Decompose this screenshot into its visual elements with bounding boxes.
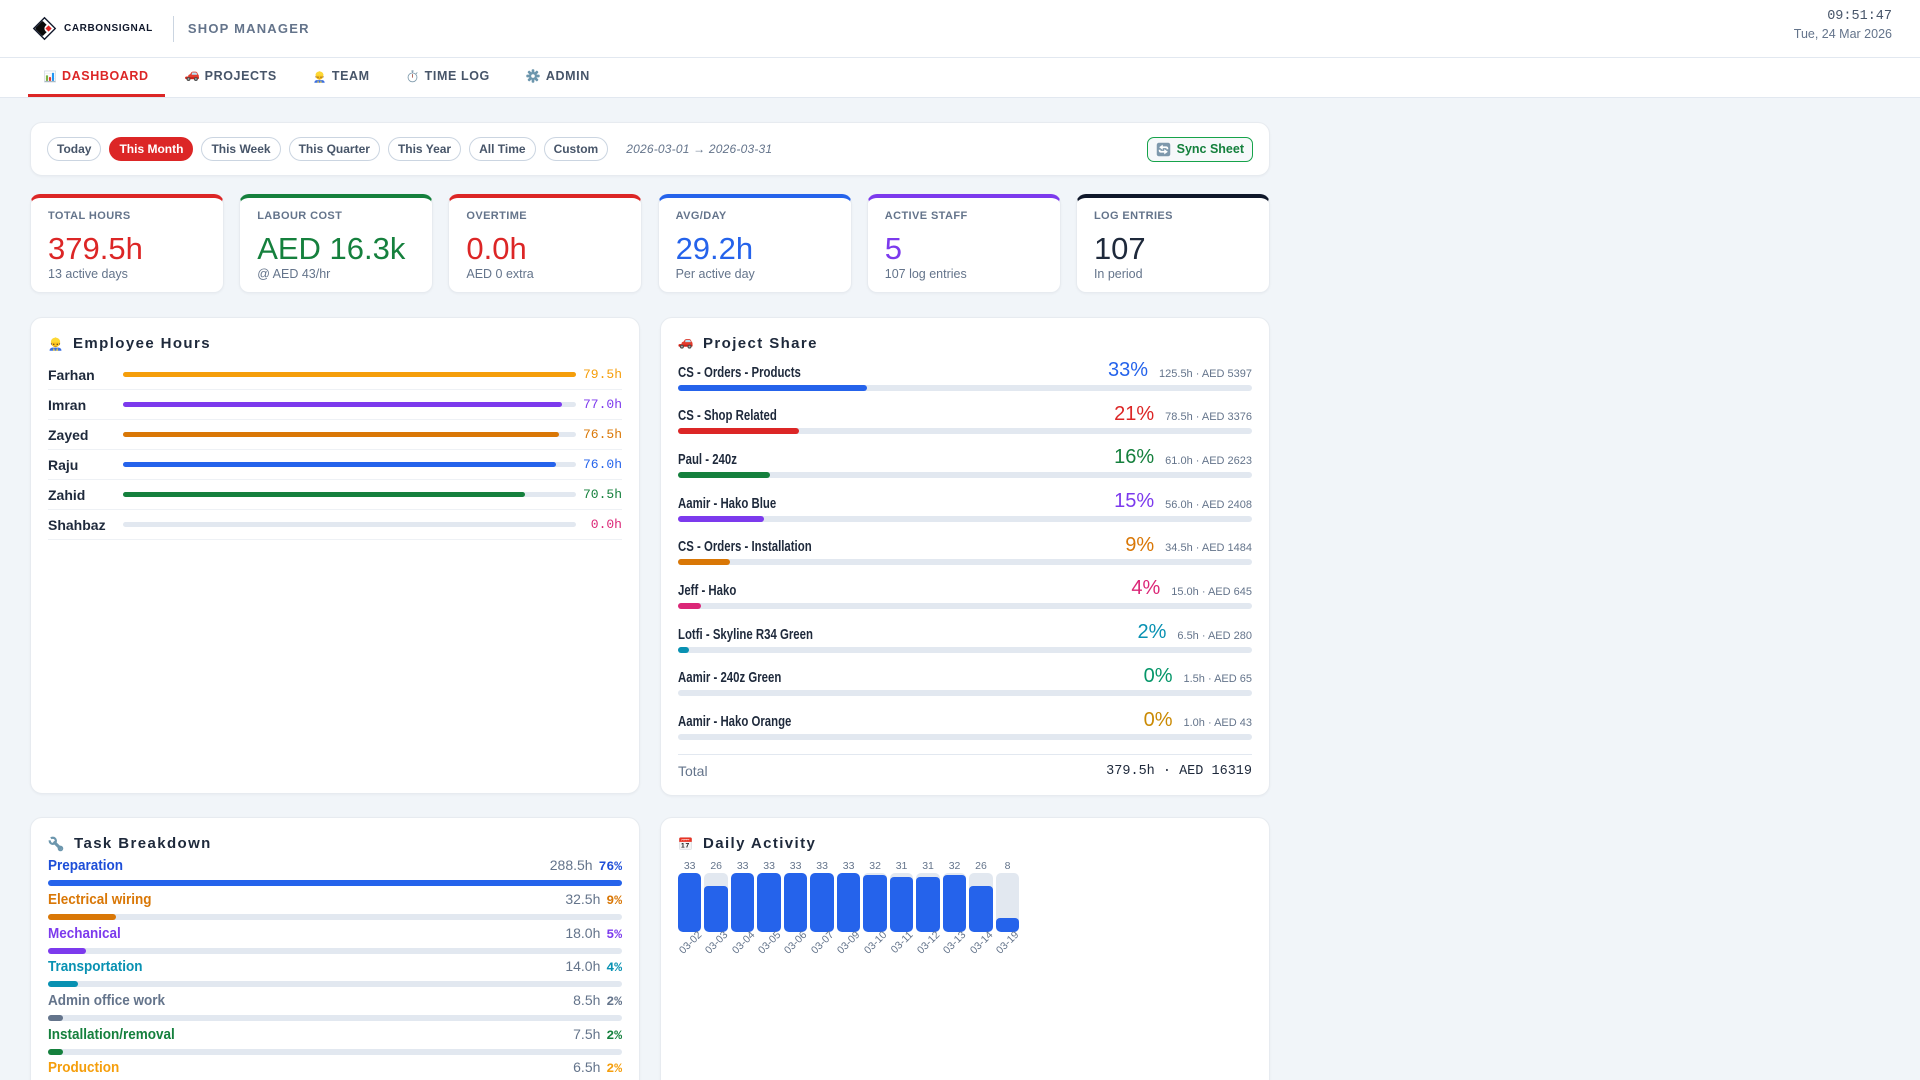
- svg-text:17: 17: [681, 843, 690, 850]
